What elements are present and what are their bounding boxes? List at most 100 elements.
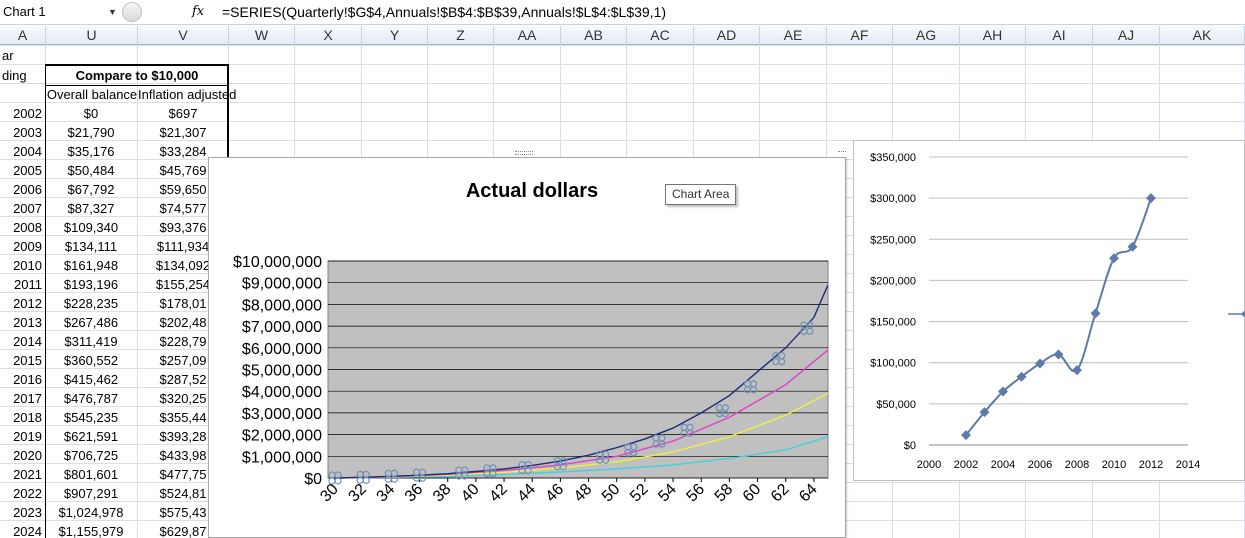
y-tick-label: $7,000,000 <box>242 319 322 336</box>
cell-adjusted[interactable]: $697 <box>138 104 228 123</box>
side-x-tick-label: 2010 <box>1102 459 1126 471</box>
cell-year[interactable]: 2007 <box>0 199 44 218</box>
cell-balance[interactable]: $1,155,979 <box>46 522 136 538</box>
cell-balance[interactable]: $21,790 <box>46 123 136 142</box>
column-header-ak[interactable]: AK <box>1160 26 1245 45</box>
cell-year[interactable]: 2014 <box>0 332 44 351</box>
x-tick-label: 62 <box>768 481 793 506</box>
x-tick-label: 56 <box>683 481 708 506</box>
cell-balance[interactable]: $545,235 <box>46 408 136 427</box>
cell-year[interactable]: 2015 <box>0 351 44 370</box>
cell-year[interactable]: 2004 <box>0 142 44 161</box>
cell-year[interactable]: 2006 <box>0 180 44 199</box>
compare-header[interactable]: Compare to $10,000 <box>46 66 228 85</box>
cell-balance[interactable]: $228,235 <box>46 294 136 313</box>
chevron-down-icon[interactable]: ▼ <box>108 1 120 23</box>
inflation-adjusted-header[interactable]: Inflation adjusted <box>138 85 236 104</box>
cell-year[interactable]: 2009 <box>0 237 44 256</box>
cell-year[interactable]: 2002 <box>0 104 44 123</box>
cell-adjusted[interactable]: $21,307 <box>138 123 228 142</box>
x-tick-label: 58 <box>712 481 737 506</box>
side-y-tick-label: $250,000 <box>870 234 916 246</box>
cell-balance[interactable]: $50,484 <box>46 161 136 180</box>
cell-balance[interactable]: $415,462 <box>46 370 136 389</box>
cell-year[interactable]: 2016 <box>0 370 44 389</box>
cell-year[interactable]: 2020 <box>0 446 44 465</box>
cell-a-header1[interactable]: ar <box>0 46 44 65</box>
cell-balance[interactable]: $311,419 <box>46 332 136 351</box>
side-data-marker[interactable] <box>1072 365 1082 376</box>
cell-year[interactable]: 2022 <box>0 484 44 503</box>
cell-balance[interactable]: $360,552 <box>46 351 136 370</box>
cell-balance[interactable]: $35,176 <box>46 142 136 161</box>
column-header-z[interactable]: Z <box>428 26 494 45</box>
cell-year[interactable]: 2023 <box>0 503 44 522</box>
cell-balance[interactable]: $801,601 <box>46 465 136 484</box>
cell-balance[interactable]: $193,196 <box>46 275 136 294</box>
cell-balance[interactable]: $621,591 <box>46 427 136 446</box>
side-y-tick-label: $100,000 <box>870 358 916 370</box>
column-header-ad[interactable]: AD <box>694 26 760 45</box>
column-header-ae[interactable]: AE <box>760 26 827 45</box>
column-header-w[interactable]: W <box>229 26 295 45</box>
cell-balance[interactable]: $109,340 <box>46 218 136 237</box>
column-header-ah[interactable]: AH <box>960 26 1026 45</box>
cell-balance[interactable]: $1,024,978 <box>46 503 136 522</box>
cell-year[interactable]: 2011 <box>0 275 44 294</box>
main-chart-svg[interactable]: $0 $1,000,000 $2,000,000 $3,000,000 $4,000,0… <box>208 157 846 538</box>
column-header-u[interactable]: U <box>46 26 138 45</box>
y-tick-label: $2,000,000 <box>242 428 322 445</box>
side-chart-svg[interactable]: $0 $50,000 $100,000 $150,000 $200,000 $250,00… <box>853 140 1245 481</box>
cell-balance[interactable]: $267,486 <box>46 313 136 332</box>
y-tick-label: $4,000,000 <box>242 384 322 401</box>
overall-balance-header[interactable]: Overall balance <box>46 85 138 104</box>
side-x-tick-label: 2002 <box>954 459 978 471</box>
column-header-x[interactable]: X <box>295 26 362 45</box>
cell-year[interactable]: 2005 <box>0 161 44 180</box>
side-series-line[interactable] <box>965 197 1152 436</box>
cell-balance[interactable]: $87,327 <box>46 199 136 218</box>
side-x-tick-label: 2008 <box>1065 459 1089 471</box>
cell-year[interactable]: 2021 <box>0 465 44 484</box>
cell-balance[interactable]: $907,291 <box>46 484 136 503</box>
cell-year[interactable]: 2017 <box>0 389 44 408</box>
y-tick-label: $10,000,000 <box>233 254 322 271</box>
x-tick-label: 46 <box>543 481 568 506</box>
x-tick-label: 54 <box>655 481 680 506</box>
column-header-af[interactable]: AF <box>827 26 893 45</box>
partial-chart-marker <box>1228 311 1245 317</box>
column-header-ag[interactable]: AG <box>893 26 960 45</box>
cell-balance[interactable]: $0 <box>46 104 136 123</box>
splitter-handle[interactable] <box>122 2 142 22</box>
column-header-y[interactable]: Y <box>362 26 428 45</box>
cell-balance[interactable]: $67,792 <box>46 180 136 199</box>
column-header-ac[interactable]: AC <box>627 26 694 45</box>
formula-input[interactable]: =SERIES(Quarterly!$G$4,Annuals!$B$4:$B$3… <box>222 1 666 23</box>
column-header-aj[interactable]: AJ <box>1093 26 1160 45</box>
name-box[interactable]: Chart 1 <box>0 1 120 23</box>
resize-handle-top[interactable] <box>515 151 533 155</box>
cell-balance[interactable]: $161,948 <box>46 256 136 275</box>
column-header-ab[interactable]: AB <box>561 26 627 45</box>
cell-balance[interactable]: $706,725 <box>46 446 136 465</box>
cell-year[interactable]: 2003 <box>0 123 44 142</box>
cell-year[interactable]: 2012 <box>0 294 44 313</box>
side-data-marker[interactable] <box>1090 308 1101 319</box>
cell-a-header2[interactable]: ding <box>0 66 44 85</box>
column-header-ai[interactable]: AI <box>1026 26 1093 45</box>
side-data-marker[interactable] <box>1146 193 1156 204</box>
column-headers: A U V W X Y Z AA AB AC AD AE AF AG AH AI AJ AK <box>0 26 1245 45</box>
cell-year[interactable]: 2024 <box>0 522 44 538</box>
cell-year[interactable]: 2010 <box>0 256 44 275</box>
cell-year[interactable]: 2018 <box>0 408 44 427</box>
column-header-aa[interactable]: AA <box>494 26 561 45</box>
column-header-v[interactable]: V <box>138 26 229 45</box>
cell-year[interactable]: 2008 <box>0 218 44 237</box>
cell-year[interactable]: 2013 <box>0 313 44 332</box>
cell-year[interactable]: 2019 <box>0 427 44 446</box>
side-x-tick-label: 2014 <box>1176 459 1200 471</box>
column-header-a[interactable]: A <box>0 26 46 45</box>
cell-balance[interactable]: $476,787 <box>46 389 136 408</box>
cell-balance[interactable]: $134,111 <box>46 237 136 256</box>
function-icon[interactable]: fx <box>192 1 204 23</box>
